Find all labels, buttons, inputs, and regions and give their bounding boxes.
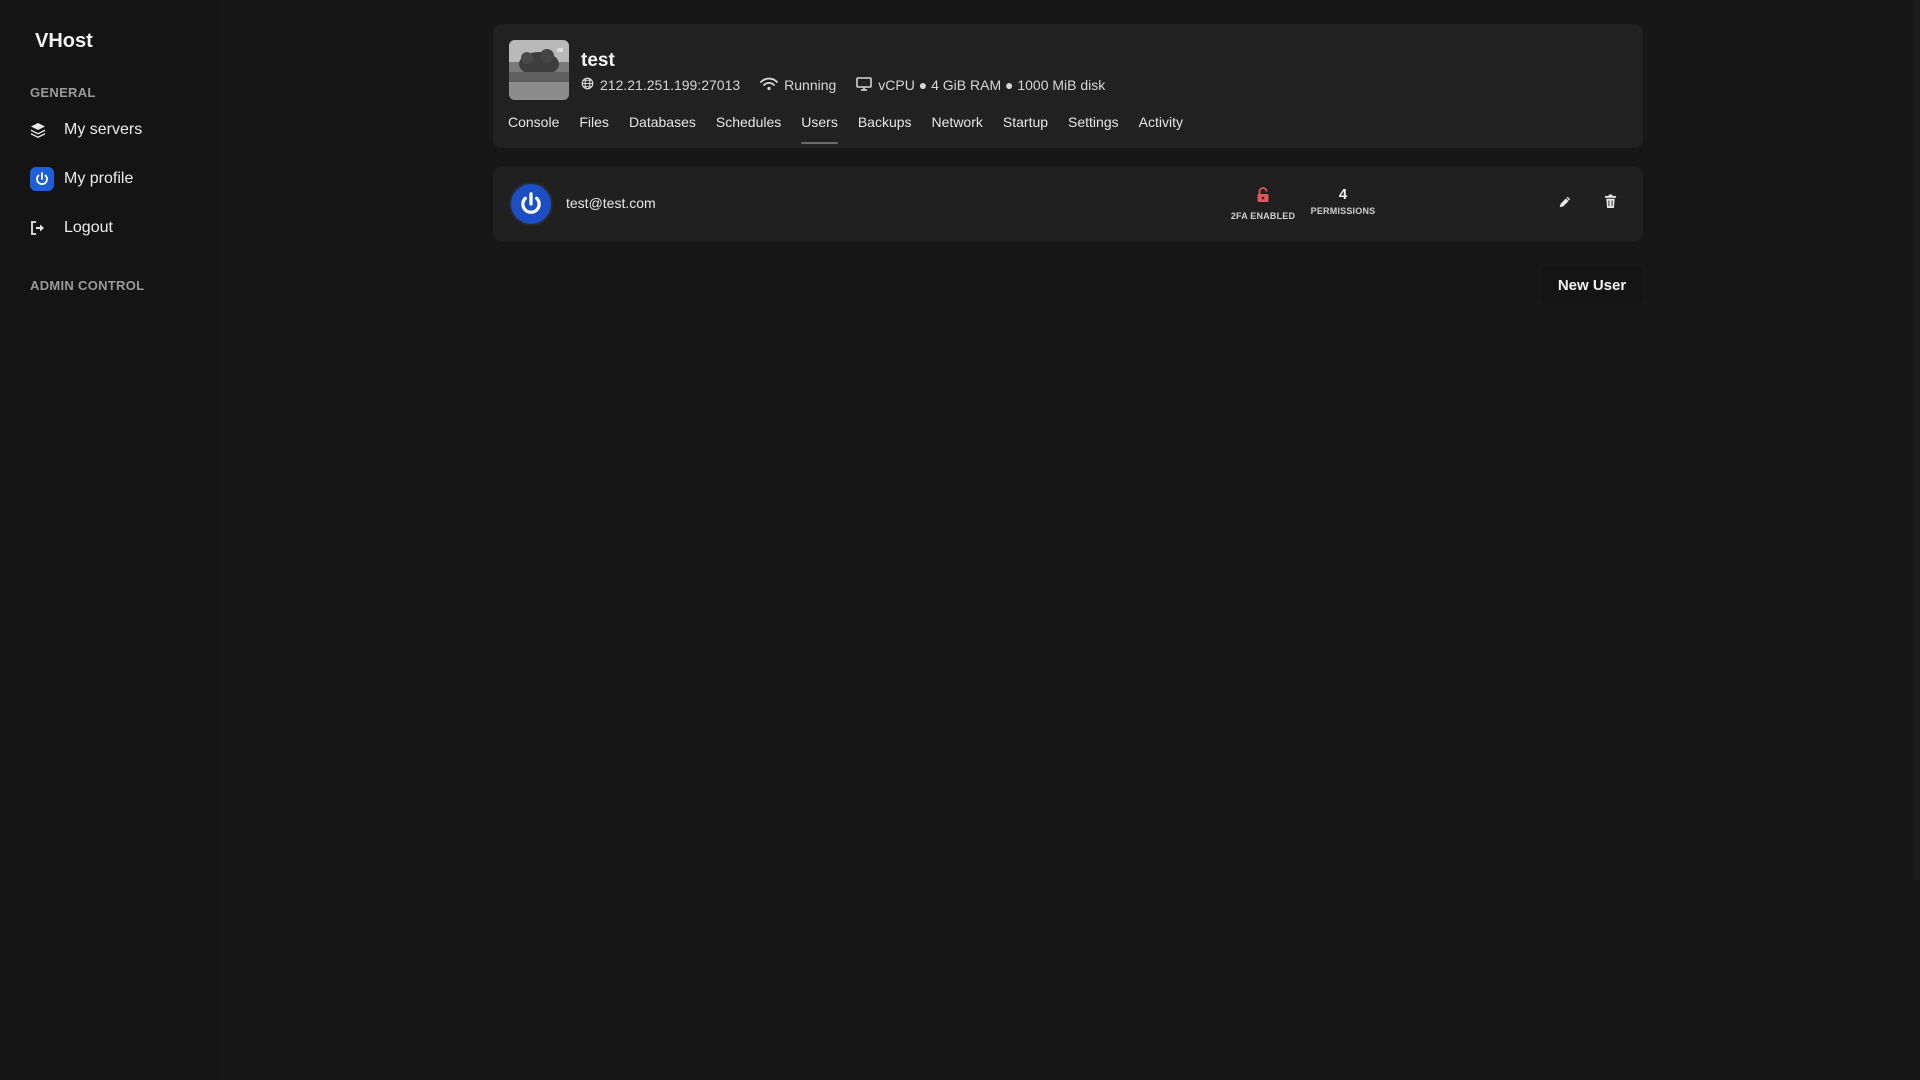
user-row: test@test.com 2FA ENABLED 4 PERMISSIONS [493, 167, 1643, 241]
app-root: VHost GENERAL My servers My profile Logo… [0, 0, 1920, 1080]
scrollbar-track[interactable] [1914, 0, 1920, 880]
permissions-label: PERMISSIONS [1310, 206, 1376, 216]
permissions-count: 4 PERMISSIONS [1303, 186, 1383, 217]
server-address[interactable]: 212.21.251.199:27013 [600, 77, 740, 93]
sidebar-item-my-profile[interactable]: My profile [30, 164, 133, 194]
monitor-icon [856, 76, 873, 94]
delete-user-button[interactable] [1598, 192, 1622, 216]
sidebar-item-logout[interactable]: Logout [30, 213, 113, 243]
twofa-label: 2FA ENABLED [1230, 211, 1296, 221]
new-user-button[interactable]: New User [1541, 266, 1643, 304]
tab-network[interactable]: Network [932, 114, 983, 144]
section-label-general: GENERAL [30, 85, 96, 100]
layers-icon [30, 122, 54, 138]
section-label-admin-control: ADMIN CONTROL [30, 278, 145, 293]
trash-icon [1604, 194, 1617, 214]
tab-startup[interactable]: Startup [1003, 114, 1048, 144]
wifi-icon [760, 77, 779, 94]
server-tabs: Console Files Databases Schedules Users … [508, 114, 1183, 144]
edit-user-button[interactable] [1553, 192, 1577, 216]
server-header-card: test 212.21.251.199:27013 Running vCPU ●… [493, 24, 1643, 148]
server-thumbnail [509, 40, 569, 100]
server-status: Running [784, 77, 837, 93]
globe-icon [581, 77, 594, 93]
sidebar-item-label: My servers [64, 121, 143, 138]
lock-icon [1256, 187, 1270, 208]
tab-activity[interactable]: Activity [1139, 114, 1183, 144]
tab-schedules[interactable]: Schedules [716, 114, 781, 144]
tab-console[interactable]: Console [508, 114, 559, 144]
tab-files[interactable]: Files [579, 114, 609, 144]
avatar [511, 184, 551, 224]
permissions-number: 4 [1338, 186, 1348, 203]
server-status-group: Running [760, 77, 836, 94]
pencil-icon [1558, 195, 1572, 214]
tab-backups[interactable]: Backups [858, 114, 912, 144]
tab-users[interactable]: Users [801, 114, 838, 144]
user-email: test@test.com [566, 195, 656, 211]
logout-icon [30, 220, 54, 236]
server-resources: vCPU ● 4 GiB RAM ● 1000 MiB disk [878, 77, 1106, 93]
power-icon [30, 167, 54, 191]
brand-name[interactable]: VHost [35, 30, 93, 53]
server-address-group: 212.21.251.199:27013 [581, 77, 740, 93]
sidebar-item-label: Logout [64, 219, 113, 236]
tab-settings[interactable]: Settings [1068, 114, 1119, 144]
server-meta: 212.21.251.199:27013 Running vCPU ● 4 Gi… [581, 76, 1119, 94]
server-resources-group: vCPU ● 4 GiB RAM ● 1000 MiB disk [856, 76, 1106, 94]
twofa-status: 2FA ENABLED [1223, 187, 1303, 221]
power-icon [521, 192, 541, 214]
sidebar-item-my-servers[interactable]: My servers [30, 115, 142, 145]
tab-databases[interactable]: Databases [629, 114, 696, 144]
server-name: test [581, 50, 615, 71]
sidebar-item-label: My profile [64, 170, 134, 187]
sidebar: VHost GENERAL My servers My profile Logo… [0, 0, 220, 1080]
